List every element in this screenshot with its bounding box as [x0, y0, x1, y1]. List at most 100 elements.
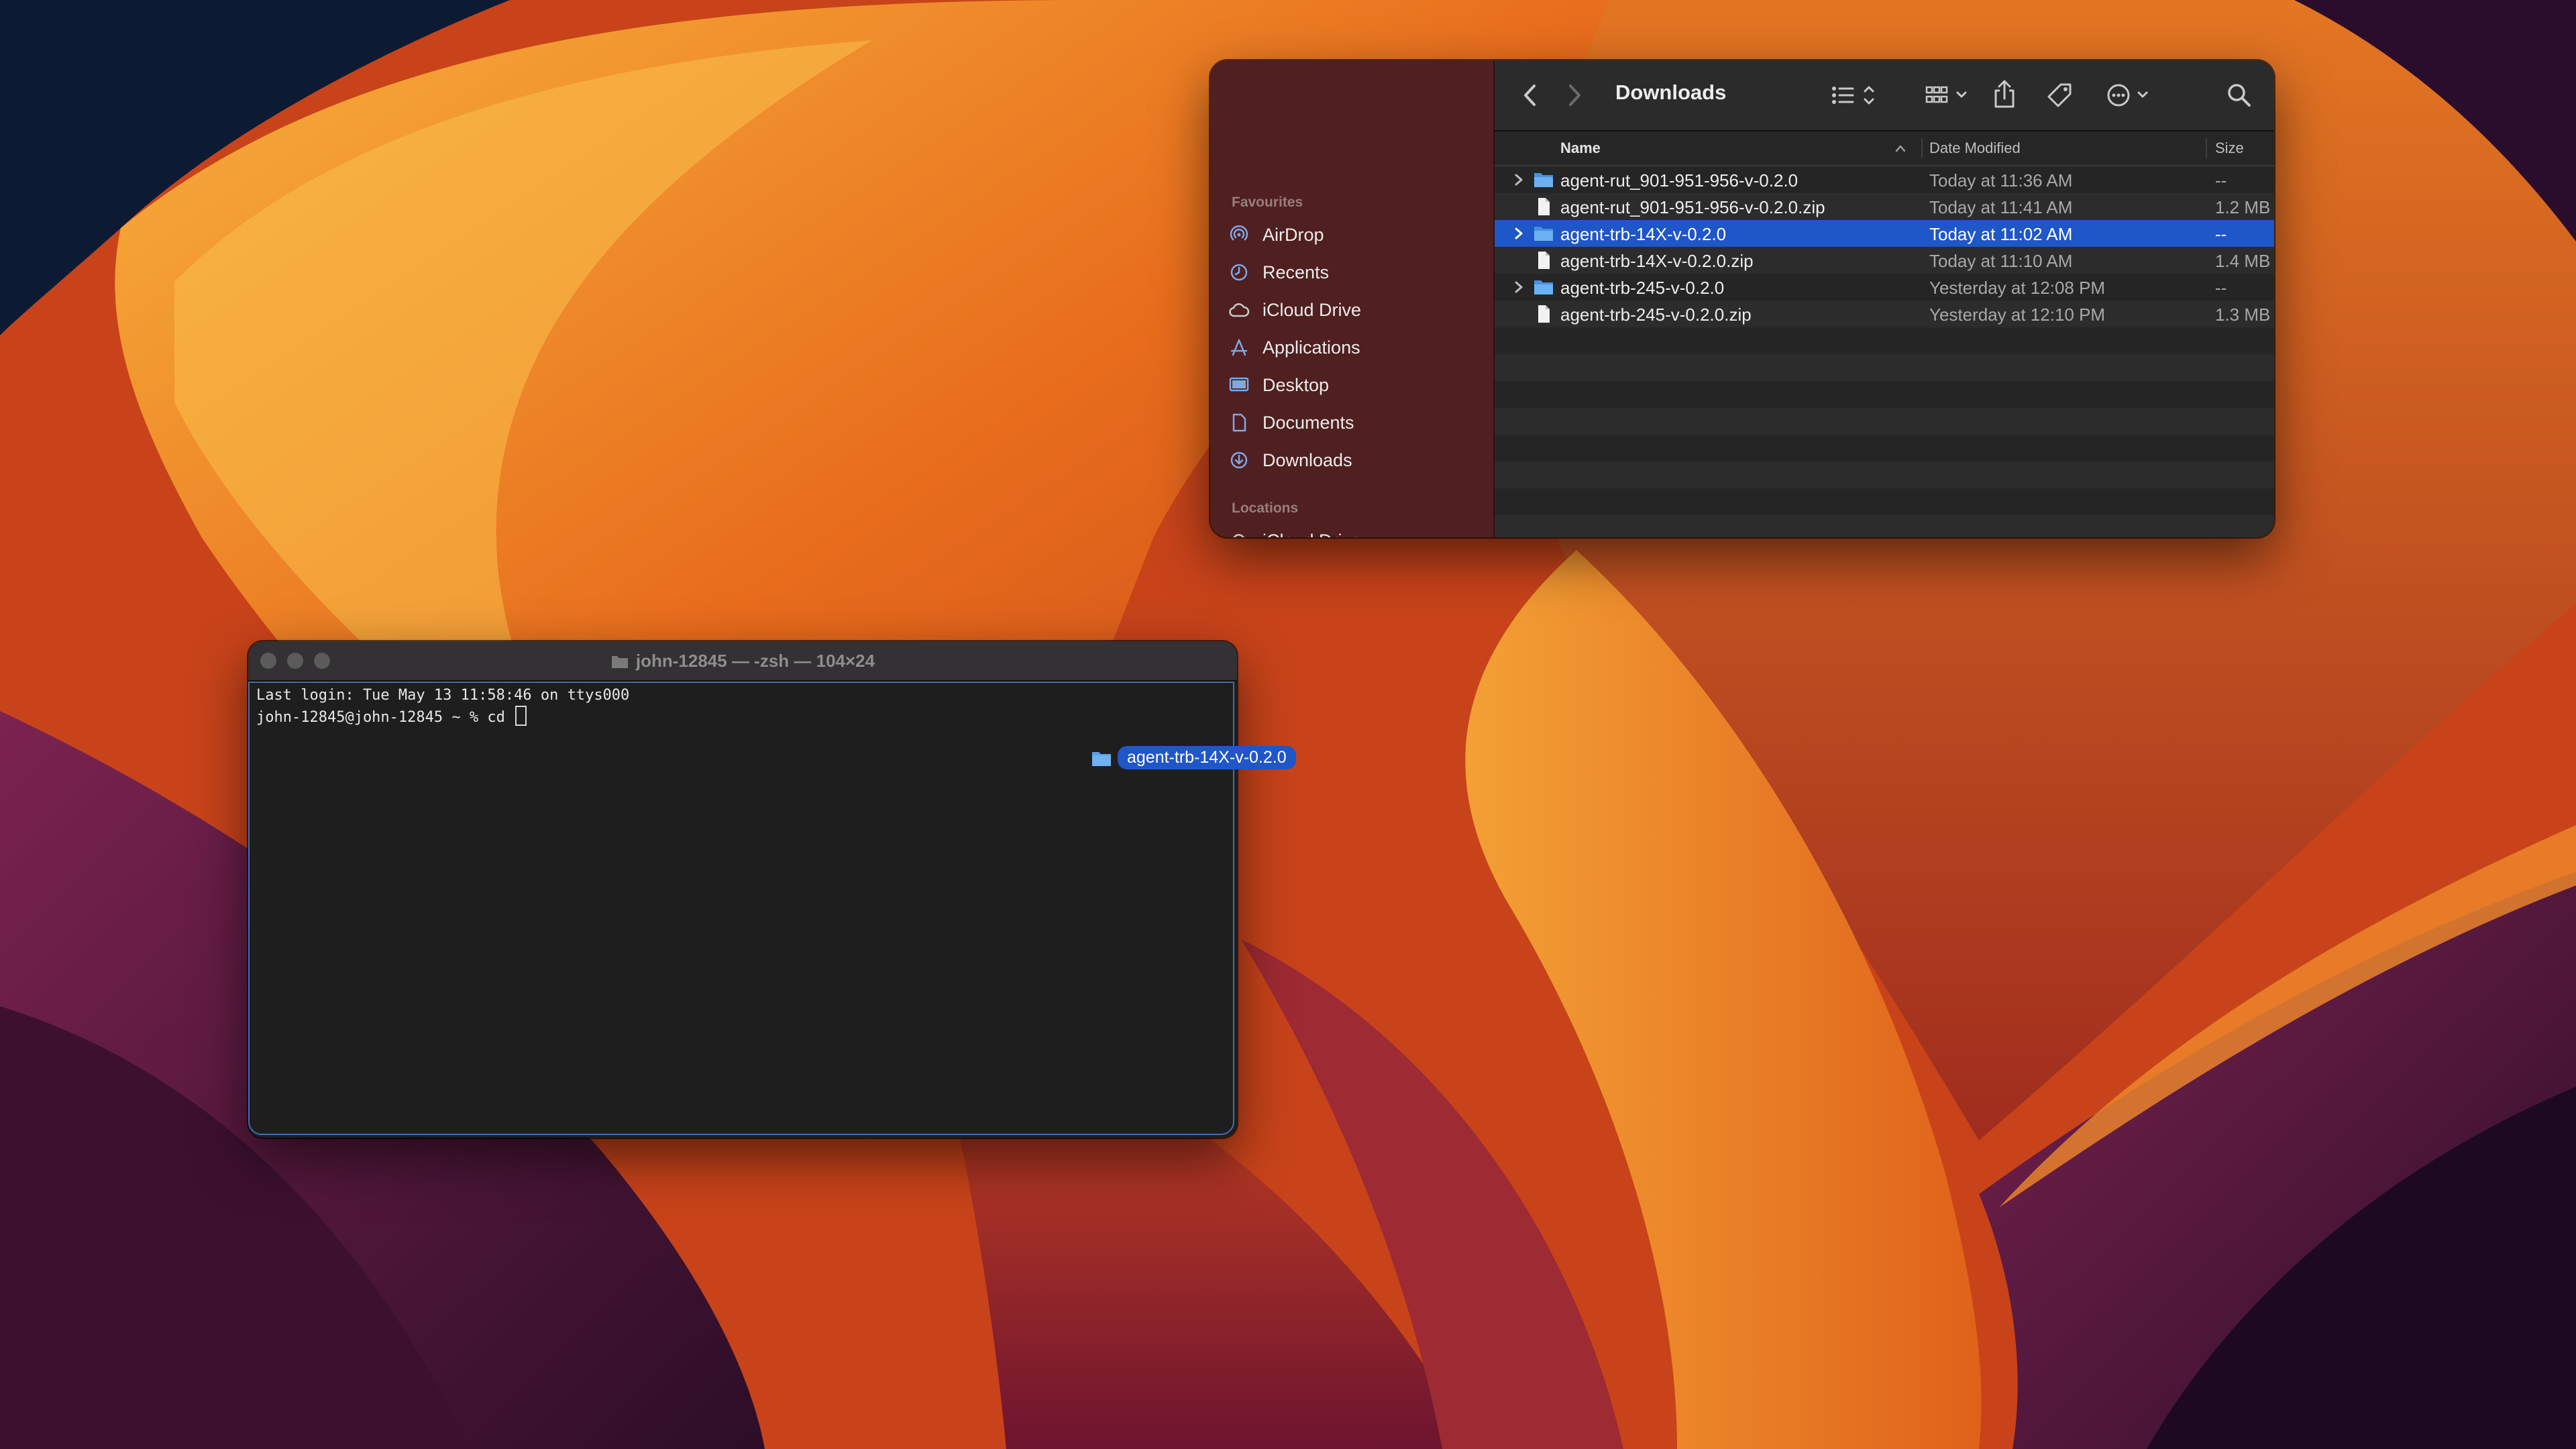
window-title: Downloads: [1615, 80, 1727, 104]
document-icon: [1534, 251, 1554, 270]
file-size: --: [2215, 224, 2227, 244]
file-size: 1.3 MB: [2215, 305, 2271, 325]
empty-row: [1495, 515, 2274, 537]
file-row[interactable]: agent-trb-14X-v-0.2.0.zip Today at 11:10 …: [1495, 247, 2274, 274]
file-size: 1.4 MB: [2215, 251, 2271, 271]
sidebar-item-documents[interactable]: Documents: [1228, 407, 1476, 439]
file-row[interactable]: agent-trb-14X-v-0.2.0 Today at 11:02 AM --: [1495, 220, 2274, 247]
terminal-titlebar[interactable]: john-12845 — -zsh — 104×24: [248, 641, 1237, 682]
sidebar-item-applications[interactable]: Applications: [1228, 331, 1476, 364]
file-row[interactable]: agent-trb-245-v-0.2.0 Yesterday at 12:08 …: [1495, 274, 2274, 301]
search-icon: [2228, 84, 2251, 107]
column-size[interactable]: Size: [2215, 140, 2244, 157]
empty-row: [1495, 435, 2274, 462]
search-button[interactable]: [2226, 82, 2253, 109]
tag-icon: [2047, 83, 2072, 107]
file-row[interactable]: agent-rut_901-951-956-v-0.2.0 Today at 11…: [1495, 166, 2274, 193]
terminal-line-prompt: john-12845@john-12845 ~ % cd: [256, 706, 527, 726]
file-date-modified: Yesterday at 12:10 PM: [1929, 305, 2106, 325]
back-button[interactable]: [1520, 83, 1540, 107]
applications-icon: [1228, 336, 1250, 359]
drag-label: agent-trb-14X-v-0.2.0: [1118, 746, 1296, 769]
empty-row: [1495, 327, 2274, 354]
cloud-icon: [1228, 529, 1250, 537]
file-row[interactable]: agent-trb-245-v-0.2.0.zip Yesterday at 12…: [1495, 301, 2274, 327]
grid-icon: [1925, 86, 1967, 103]
desktop-icon: [1228, 374, 1250, 396]
sidebar-item-label: Desktop: [1263, 374, 1330, 395]
file-row[interactable]: agent-rut_901-951-956-v-0.2.0.zip Today a…: [1495, 193, 2274, 220]
finder-toolbar: Downloads: [1495, 60, 2274, 131]
clock-icon: [1228, 261, 1250, 284]
file-date-modified: Today at 11:10 AM: [1929, 251, 2073, 271]
empty-row: [1495, 354, 2274, 381]
group-button[interactable]: [1924, 82, 1975, 109]
sidebar-item-label: Documents: [1263, 412, 1354, 433]
disclosure-triangle-icon[interactable]: [1512, 225, 1525, 241]
empty-row: [1495, 488, 2274, 515]
file-date-modified: Today at 11:41 AM: [1929, 197, 2073, 217]
sidebar-item-desktop[interactable]: Desktop: [1228, 369, 1476, 401]
column-header: Name Date Modified Size: [1495, 131, 2274, 166]
finder-sidebar: Favourites AirDrop Recents iCloud Drive App…: [1210, 60, 1495, 537]
terminal-output[interactable]: Last login: Tue May 13 11:58:46 on ttys0…: [248, 682, 1234, 1135]
file-date-modified: Today at 11:36 AM: [1929, 170, 2073, 191]
file-name: agent-trb-14X-v-0.2.0: [1560, 224, 1727, 244]
tag-button[interactable]: [2045, 80, 2074, 110]
terminal-window: john-12845 — -zsh — 104×24 Last login: T…: [248, 641, 1237, 1138]
file-name: agent-trb-14X-v-0.2.0.zip: [1560, 251, 1754, 271]
download-icon: [1228, 449, 1250, 472]
more-actions-button[interactable]: [2105, 82, 2159, 109]
sidebar-location-icloud-drive[interactable]: iCloud Drive: [1228, 525, 1476, 537]
view-options-button[interactable]: [1830, 82, 1881, 109]
document-icon: [1228, 411, 1250, 434]
sidebar-item-label: Applications: [1263, 337, 1360, 358]
sidebar-item-recents[interactable]: Recents: [1228, 256, 1476, 288]
sidebar-heading-favourites: Favourites: [1232, 195, 1303, 210]
empty-row: [1495, 408, 2274, 435]
cloud-icon: [1228, 299, 1250, 321]
sidebar-item-label: AirDrop: [1263, 224, 1324, 245]
ellipsis-circle-icon: [2107, 84, 2148, 107]
folder-icon: [1092, 751, 1111, 766]
file-size: --: [2215, 278, 2227, 298]
list-view-icon: [1832, 86, 1874, 105]
text-cursor: [515, 706, 527, 726]
document-icon: [1534, 197, 1554, 216]
empty-row: [1495, 462, 2274, 488]
finder-window: Favourites AirDrop Recents iCloud Drive App…: [1210, 60, 2274, 537]
finder-content: Downloads Name Date Modified Size agent-…: [1495, 60, 2274, 537]
column-name[interactable]: Name: [1560, 140, 1601, 157]
disclosure-triangle-icon[interactable]: [1512, 279, 1525, 295]
forward-button[interactable]: [1564, 83, 1585, 107]
empty-row: [1495, 381, 2274, 408]
column-date-modified[interactable]: Date Modified: [1929, 140, 2021, 157]
sidebar-item-downloads[interactable]: Downloads: [1228, 444, 1476, 476]
folder-icon: [1534, 224, 1554, 243]
sort-ascending-icon: [1895, 145, 1906, 152]
terminal-prompt-text: john-12845@john-12845 ~ % cd: [256, 709, 515, 726]
file-size: --: [2215, 170, 2227, 191]
file-date-modified: Yesterday at 12:08 PM: [1929, 278, 2106, 298]
sidebar-item-label: Downloads: [1263, 449, 1352, 470]
chevron-left-icon: [1524, 85, 1536, 106]
sidebar-item-label: iCloud Drive: [1263, 531, 1361, 538]
folder-icon: [1534, 278, 1554, 297]
sidebar-item-label: iCloud Drive: [1263, 299, 1362, 320]
sidebar-heading-locations: Locations: [1232, 500, 1299, 516]
file-name: agent-rut_901-951-956-v-0.2.0.zip: [1560, 197, 1825, 217]
document-icon: [1534, 305, 1554, 323]
sidebar-item-airdrop[interactable]: AirDrop: [1228, 219, 1476, 251]
file-size: 1.2 MB: [2215, 197, 2271, 217]
file-name: agent-rut_901-951-956-v-0.2.0: [1560, 170, 1799, 191]
share-button[interactable]: [1991, 78, 2018, 110]
sidebar-item-icloud-drive[interactable]: iCloud Drive: [1228, 294, 1476, 326]
drag-proxy: agent-trb-14X-v-0.2.0: [1091, 746, 1296, 769]
file-list: agent-rut_901-951-956-v-0.2.0 Today at 11…: [1495, 166, 2274, 537]
sidebar-item-label: Recents: [1263, 262, 1330, 282]
terminal-title: john-12845 — -zsh — 104×24: [248, 651, 1237, 672]
file-name: agent-trb-245-v-0.2.0.zip: [1560, 305, 1752, 325]
file-date-modified: Today at 11:02 AM: [1929, 224, 2073, 244]
share-icon: [1994, 80, 2015, 108]
disclosure-triangle-icon[interactable]: [1512, 172, 1525, 188]
